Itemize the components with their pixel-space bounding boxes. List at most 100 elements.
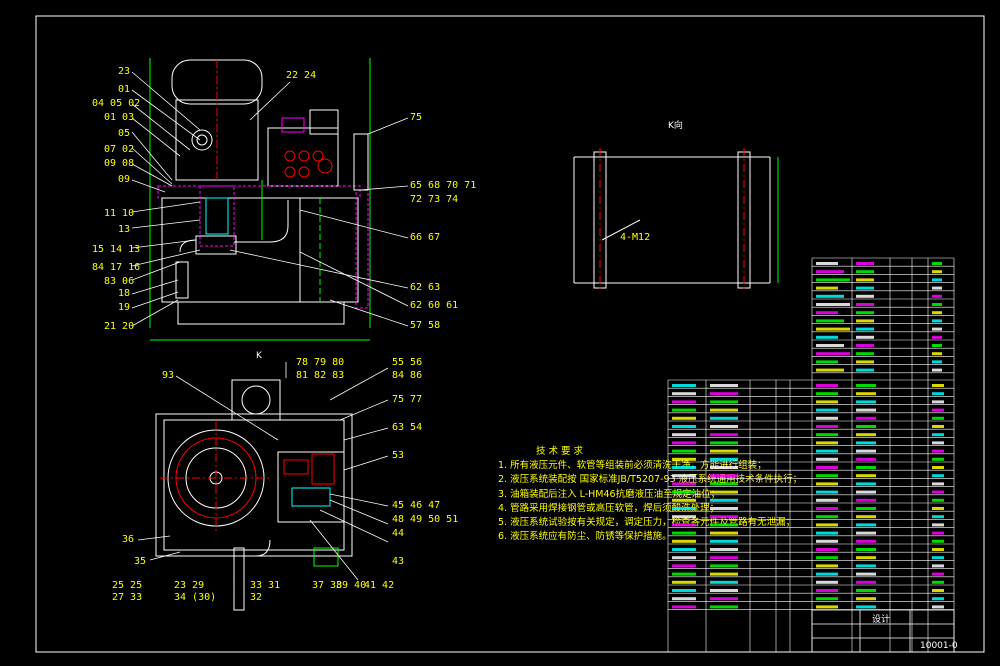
callout: 13 [118,224,130,235]
table-cell-mark [932,311,942,315]
table-cell-mark [856,311,874,315]
table-cell-mark [932,286,942,290]
table-cell-mark [710,482,738,486]
table-cell-mark [932,556,944,560]
table-cell-mark [856,531,876,535]
table-cell-mark [856,408,876,412]
tech-req-line: 2. 液压系统装配按 国家标准JB/T5207-93 液压系统通用技术条件执行； [498,473,802,485]
table-cell-mark [856,539,876,543]
table-cell-mark [672,433,696,437]
table-cell-mark [932,572,944,576]
k-direction-view: K向 4-M12 [573,119,779,292]
table-cell-mark [710,416,738,420]
table-cell-mark [816,572,838,576]
table-cell-mark [932,597,944,601]
pressure-gauge [191,129,213,151]
callout: 01 03 [104,112,134,123]
table-cell-mark [856,368,874,372]
table-cell-mark [932,327,942,331]
table-cell-mark [816,286,838,290]
table-cell-mark [710,408,738,412]
table-cell-mark [816,597,838,601]
table-cell-mark [932,531,944,535]
table-cell-mark [932,515,944,519]
table-cell-mark [932,539,944,543]
callout: 21 20 [104,321,134,332]
table-cell-mark [932,523,944,527]
table-cell-mark [672,548,696,551]
table-cell-mark [856,507,876,510]
table-cell-mark [856,262,874,265]
tech-req-line: 5. 液压系统试验按有关规定，调定压力，检查各元件及管路有无泄漏； [498,516,795,528]
callout: 32 [250,592,262,603]
callout: 19 [118,302,130,313]
front-leader-lines [131,71,409,327]
table-cell-mark [710,507,738,510]
table-cell-mark [816,408,838,412]
table-cell-mark [856,490,876,494]
table-cell-mark [672,531,696,535]
table-cell-mark [672,580,696,584]
table-cell-mark [672,400,696,404]
callout: 41 42 [364,580,394,591]
table-cell-mark [816,327,850,331]
table-cell-mark [856,335,874,339]
table-cell-mark [856,548,876,551]
table-cell-mark [856,474,876,478]
table-cell-mark [856,327,874,331]
drawing-canvas: 23 01 04 05 02 01 03 05 07 02 09 08 09 1… [35,15,985,653]
callout: 09 [118,174,130,185]
callout: 22 24 [286,70,316,81]
table-cell-mark [672,384,696,387]
callout: 23 29 [174,580,204,591]
table-cell-mark [672,572,696,576]
table-cell-mark [816,303,850,306]
table-cell-mark [710,597,738,601]
tank-cover-plate [157,185,361,199]
table-cell-mark [672,507,696,510]
table-cell-mark [816,548,838,551]
table-cell-mark [710,441,738,445]
table-cell-mark [816,294,844,298]
table-cell-mark [816,605,838,609]
table-cell-mark [816,441,838,445]
table-cell-mark [816,400,838,404]
table-cell-mark [672,441,696,445]
table-cell-mark [710,490,738,494]
table-cell-mark [710,384,738,387]
callout: 48 49 50 51 [392,514,458,525]
table-cell-mark [932,564,944,568]
callout: 33 31 [250,580,280,591]
table-cell-mark [672,539,696,543]
table-cell-mark [932,605,944,609]
tech-req-title: 技 术 要 求 [536,445,584,457]
pump-housing [199,185,235,247]
table-cell-mark [856,589,876,592]
table-cell-mark [816,482,838,486]
table-cell-mark [710,498,738,502]
callout: 01 [118,84,130,95]
callout: 72 73 74 [410,194,458,205]
table-cell-mark [816,433,838,437]
table-cell-mark [856,294,874,298]
table-cell-mark [816,564,838,568]
table-cell-mark [816,416,838,420]
table-cell-mark [710,589,738,592]
table-cell-mark [710,474,738,478]
table-cell-mark [932,368,942,372]
table-cell-mark [710,556,738,560]
table-cell-mark [816,360,838,364]
table-cell-mark [816,490,838,494]
table-cell-mark [710,580,738,584]
table-cell-mark [856,303,874,306]
table-cell-mark [710,400,738,404]
table-cell-mark [856,425,876,428]
callout: 23 [118,66,130,77]
table-cell-mark [932,344,942,347]
table-cell-mark [672,498,696,502]
table-cell-mark [856,270,874,274]
table-cell-mark [672,457,696,461]
callout: 75 77 [392,394,422,405]
table-cell-mark [932,392,944,396]
table-cell-mark [710,466,738,469]
